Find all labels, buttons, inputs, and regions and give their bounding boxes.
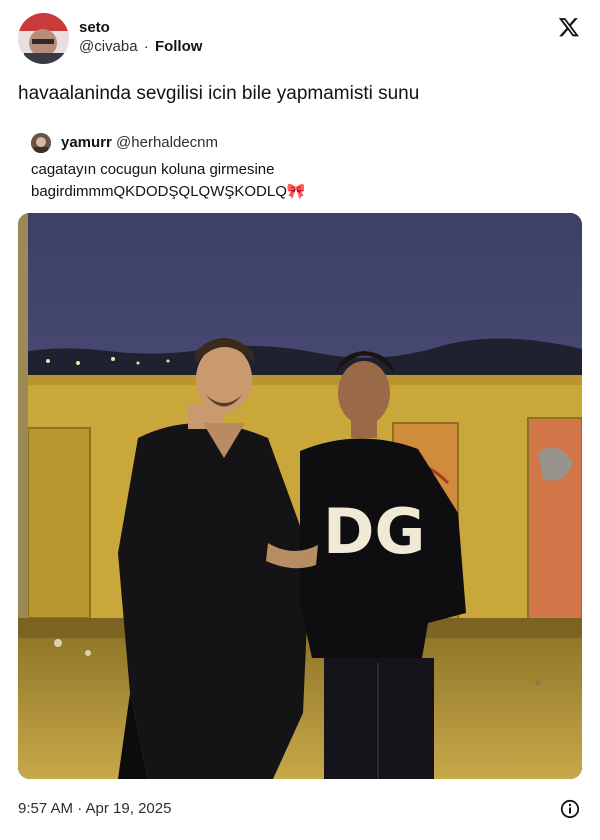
follow-button[interactable]: Follow [155,38,203,55]
author-display-name[interactable]: seto [79,19,202,37]
tweet-header: seto @civaba · Follow [18,13,584,65]
info-icon[interactable] [560,799,580,819]
tweet-text: havaalaninda sevgilisi icin bile yapmami… [18,83,420,104]
author-names: seto @civaba · Follow [79,19,202,57]
separator-dot: · [143,38,149,55]
quote-photo[interactable]: DG [18,213,582,779]
quote-display-name[interactable]: yamurr [61,134,112,151]
quote-author-avatar[interactable] [31,133,51,153]
x-logo-icon[interactable] [558,16,580,38]
author-avatar[interactable] [18,13,69,64]
quote-text-line2-body: bagirdimmmQKDODŞQLQWŞKODLQ [31,183,287,200]
author-handle-line: @civaba · Follow [79,37,202,57]
ribbon-emoji: 🎀 [286,183,306,200]
quote-handle[interactable]: @herhaldecnm [116,134,218,151]
author-handle[interactable]: @civaba [79,38,138,55]
quote-text: cagatayın cocugun koluna girmesine bagir… [31,159,551,203]
tweet-footer: 9:57 AM · Apr 19, 2025 [18,798,582,822]
quoted-tweet[interactable]: yamurr @herhaldecnm cagatayın cocugun ko… [18,121,582,781]
quote-author-names: yamurr @herhaldecnm [61,133,218,153]
quote-text-line1: cagatayın cocugun koluna girmesine [31,161,275,178]
shirt-logo: DG [323,495,425,568]
tweet-timestamp[interactable]: 9:57 AM · Apr 19, 2025 [18,800,171,817]
quote-text-line2: bagirdimmmQKDODŞQLQWŞKODLQ🎀 [31,181,551,203]
